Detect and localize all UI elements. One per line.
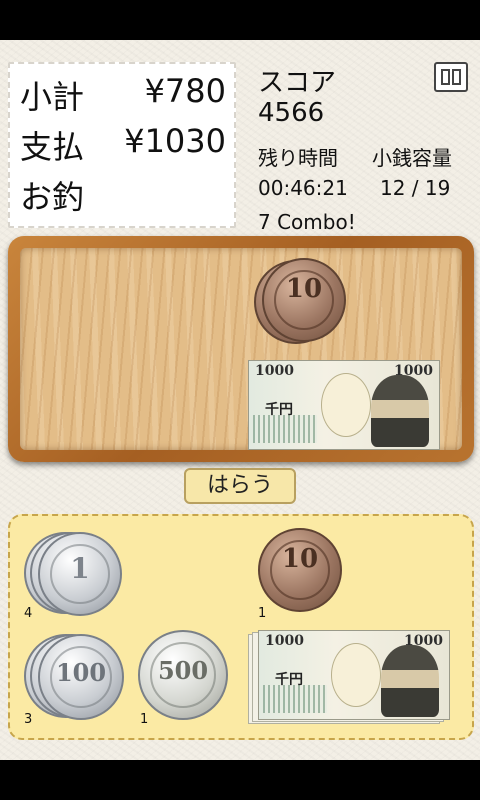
- tray-note-1000[interactable]: 1000 1000 千円: [248, 360, 440, 450]
- wallet-coin-500-value: 500: [157, 656, 209, 685]
- wallet-coin-1-value: 1: [70, 552, 90, 585]
- change-row: お釣: [20, 172, 226, 220]
- wallet-coin-1-count: 4: [24, 606, 33, 621]
- wallet-coin-1[interactable]: 1: [38, 532, 122, 616]
- time-remaining-label: 残り時間: [258, 146, 338, 170]
- receipt-panel: 小計 ¥780 支払 ¥1030 お釣: [8, 62, 236, 228]
- change-label: お釣: [20, 178, 85, 216]
- note-number-left: 1000: [255, 363, 294, 379]
- pay-button[interactable]: はらう: [184, 468, 296, 504]
- subtotal-label: 小計: [20, 78, 85, 116]
- payment-value: ¥1030: [124, 122, 226, 160]
- tray-coin-10-value: 10: [285, 274, 323, 304]
- tray-coin-10[interactable]: 10: [262, 258, 346, 342]
- pause-icon-bar: [452, 69, 461, 85]
- payment-label: 支払: [20, 128, 85, 166]
- note-portrait: [371, 375, 429, 447]
- subtotal-row: 小計 ¥780: [20, 72, 226, 120]
- bottom-bar: [0, 760, 480, 800]
- wallet-coin-500-count: 1: [140, 712, 149, 727]
- coin-capacity-value: 12 / 19: [380, 176, 451, 200]
- subtotal-value: ¥780: [144, 72, 226, 110]
- note-portrait: [381, 645, 439, 717]
- status-bar: [0, 0, 480, 40]
- note-pattern: [263, 685, 327, 713]
- tray-surface[interactable]: 10 1000 1000 千円: [20, 248, 462, 450]
- payment-row: 支払 ¥1030: [20, 122, 226, 170]
- combo-text: 7 Combo!: [258, 210, 356, 234]
- wallet-coin-100-count: 3: [24, 712, 33, 727]
- note-watermark: [321, 373, 371, 437]
- pause-button[interactable]: [434, 62, 468, 92]
- note-watermark: [331, 643, 381, 707]
- payment-tray[interactable]: 10 1000 1000 千円: [8, 236, 474, 462]
- wallet-coin-10[interactable]: 10: [258, 528, 342, 612]
- time-remaining-value: 00:46:21: [258, 176, 348, 200]
- pause-icon: [441, 69, 450, 85]
- wallet-panel: 1 4 10 1 100 3 500 1 1000 1000 千円: [8, 514, 474, 740]
- wallet-coin-100[interactable]: 100: [38, 634, 124, 720]
- wallet-coin-10-count: 1: [258, 606, 267, 621]
- wallet-note-1000[interactable]: 1000 1000 千円: [258, 630, 450, 720]
- wallet-coin-500[interactable]: 500: [138, 630, 228, 720]
- wallet-coin-10-value: 10: [281, 544, 319, 574]
- score-label: スコア: [258, 68, 337, 98]
- game-screen: 小計 ¥780 支払 ¥1030 お釣 スコア 4566 残り時間 小銭容量 0…: [0, 40, 480, 760]
- note-pattern: [253, 415, 317, 443]
- wallet-coin-100-value: 100: [55, 658, 107, 687]
- coin-capacity-label: 小銭容量: [372, 146, 452, 170]
- score-value: 4566: [258, 98, 325, 128]
- note-number-left: 1000: [265, 633, 304, 649]
